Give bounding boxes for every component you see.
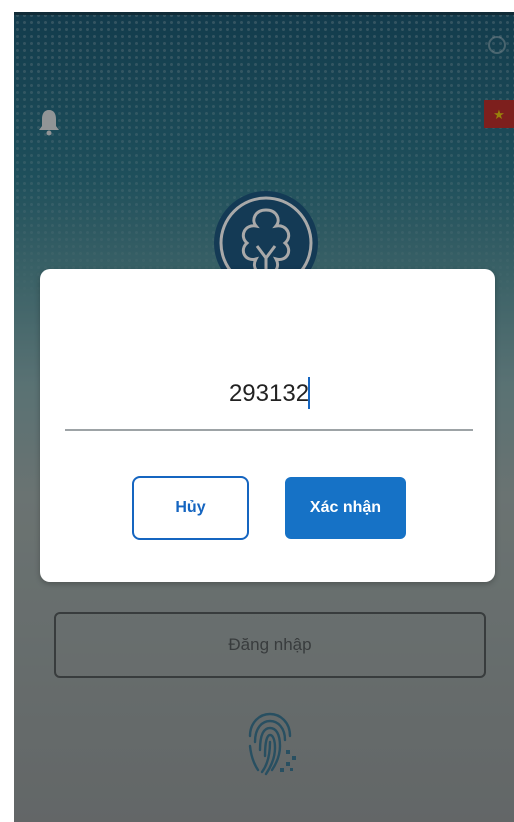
cancel-button[interactable]: Hủy (132, 476, 249, 540)
confirm-button[interactable]: Xác nhận (285, 477, 406, 539)
text-cursor (308, 377, 310, 409)
otp-input[interactable] (65, 359, 473, 431)
otp-dialog: Hủy Xác nhận (40, 269, 495, 582)
